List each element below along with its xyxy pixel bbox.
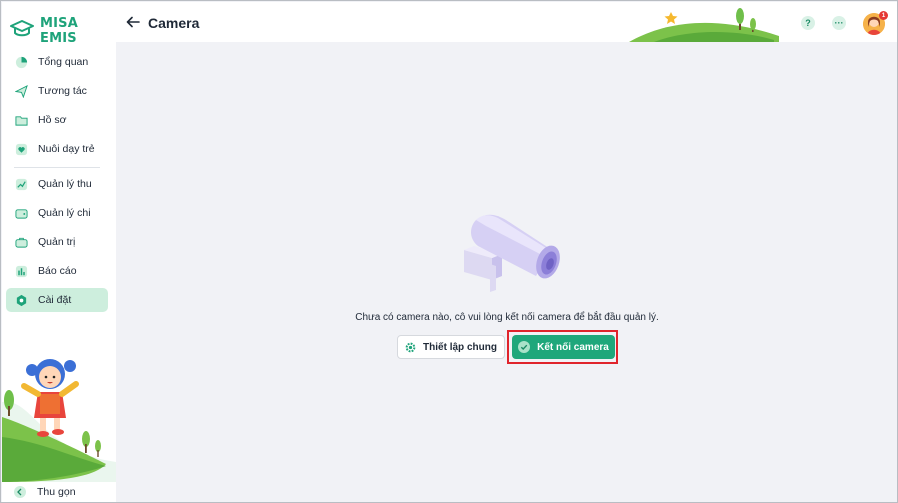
sidebar-item-tong-quan[interactable]: Tổng quan bbox=[6, 50, 108, 74]
general-settings-button[interactable]: Thiết lập chung bbox=[397, 335, 505, 359]
sidebar-item-quan-ly-thu[interactable]: Quản lý thu bbox=[6, 172, 108, 196]
pie-chart-icon bbox=[14, 55, 28, 69]
sidebar-item-quan-tri[interactable]: Quản trị bbox=[6, 230, 108, 254]
app-logo[interactable]: MISA EMIS bbox=[10, 16, 116, 46]
top-header: Camera ? ··· 1 bbox=[116, 2, 897, 42]
connect-camera-label: Kết nối camera bbox=[537, 341, 609, 353]
camera-empty-state: Chưa có camera nào, cô vui lòng kết nối … bbox=[116, 42, 897, 502]
sidebar-item-cai-dat[interactable]: Cài đặt bbox=[6, 288, 108, 312]
back-arrow-icon[interactable] bbox=[126, 15, 140, 29]
sidebar-item-label: Nuôi dạy trẻ bbox=[38, 143, 95, 155]
sidebar-item-label: Cài đặt bbox=[38, 294, 72, 306]
collapse-label: Thu gọn bbox=[37, 486, 76, 498]
sidebar-item-label: Quản trị bbox=[38, 236, 76, 248]
sidebar-divider bbox=[14, 167, 100, 168]
logo-icon bbox=[10, 19, 34, 43]
collapse-sidebar-button[interactable]: Thu gọn bbox=[14, 486, 76, 498]
help-icon: ? bbox=[805, 18, 811, 28]
highlight-box: Kết nối camera bbox=[507, 330, 618, 364]
income-chart-icon bbox=[14, 177, 28, 191]
settings-icon bbox=[14, 293, 28, 307]
sidebar-item-quan-ly-chi[interactable]: Quản lý chi bbox=[6, 201, 108, 225]
app-window: MISA EMIS Tổng quan Tương tác Hồ sơ Nuôi… bbox=[0, 0, 898, 503]
notification-badge: 1 bbox=[879, 11, 888, 20]
empty-state-message: Chưa có camera nào, cô vui lòng kết nối … bbox=[355, 312, 659, 323]
check-circle-icon bbox=[518, 341, 531, 353]
wallet-icon bbox=[14, 206, 28, 220]
paper-plane-icon bbox=[14, 84, 28, 98]
sidebar-item-bao-cao[interactable]: Báo cáo bbox=[6, 259, 108, 283]
sidebar-item-label: Tương tác bbox=[38, 85, 87, 97]
page-title: Camera bbox=[148, 15, 200, 31]
folder-icon bbox=[14, 113, 28, 127]
briefcase-icon bbox=[14, 235, 28, 249]
camera-icon bbox=[464, 214, 560, 292]
sidebar-item-label: Quản lý chi bbox=[38, 207, 91, 219]
sidebar-item-label: Hồ sơ bbox=[38, 114, 67, 126]
kid-illustration bbox=[2, 342, 116, 482]
sidebar-item-ho-so[interactable]: Hồ sơ bbox=[6, 108, 108, 132]
sidebar-item-label: Tổng quan bbox=[38, 56, 89, 68]
app-name: MISA EMIS bbox=[40, 16, 78, 46]
sidebar-item-tuong-tac[interactable]: Tương tác bbox=[6, 79, 108, 103]
sidebar-item-label: Báo cáo bbox=[38, 265, 77, 277]
bar-chart-icon bbox=[14, 264, 28, 278]
more-icon: ··· bbox=[834, 18, 844, 28]
sidebar-item-nuoi-day-tre[interactable]: Nuôi dạy trẻ bbox=[6, 137, 108, 161]
sidebar-item-label: Quản lý thu bbox=[38, 178, 92, 190]
chevron-left-icon bbox=[14, 486, 26, 498]
hill-decoration bbox=[629, 8, 779, 42]
heart-icon bbox=[14, 142, 28, 156]
settings-icon bbox=[405, 342, 416, 353]
sidebar: MISA EMIS Tổng quan Tương tác Hồ sơ Nuôi… bbox=[2, 2, 116, 502]
help-button[interactable]: ? bbox=[801, 16, 815, 30]
general-settings-label: Thiết lập chung bbox=[423, 341, 497, 353]
connect-camera-button[interactable]: Kết nối camera bbox=[512, 335, 615, 359]
more-options-button[interactable]: ··· bbox=[832, 16, 846, 30]
